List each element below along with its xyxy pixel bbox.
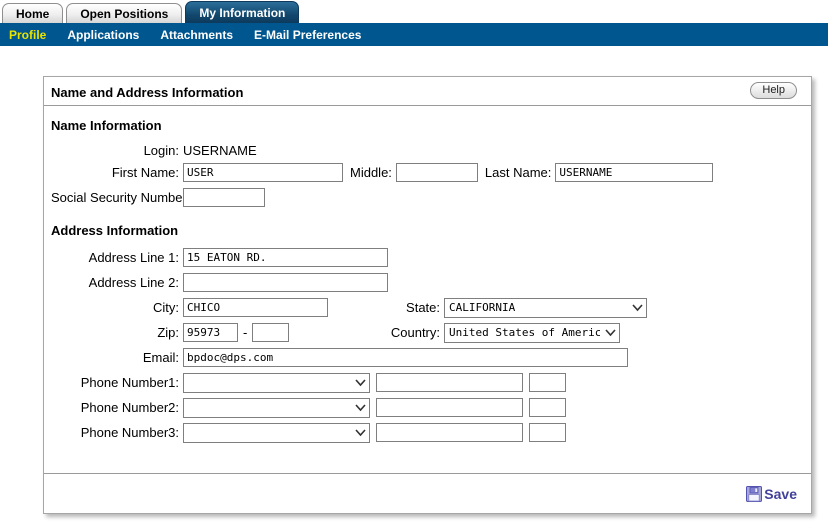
zip-input[interactable] [183, 323, 238, 342]
chevron-down-icon [354, 426, 367, 439]
address-section-heading: Address Information [51, 223, 811, 238]
phone2-ext-input[interactable] [529, 398, 566, 417]
phone3-number-input[interactable] [376, 423, 523, 442]
chevron-down-icon [354, 376, 367, 389]
subnav-item-profile[interactable]: Profile [9, 28, 46, 42]
tab-open-positions[interactable]: Open Positions [66, 3, 182, 23]
city-label: City: [51, 300, 183, 315]
login-value: USERNAME [183, 143, 257, 158]
state-select[interactable]: CALIFORNIA [444, 298, 647, 318]
last-name-input[interactable] [555, 163, 713, 182]
login-label: Login: [51, 143, 183, 158]
country-label: Country: [388, 325, 444, 340]
phone1-number-input[interactable] [376, 373, 523, 392]
phone1-row: Phone Number1: [51, 370, 811, 395]
phone3-type-select[interactable] [183, 423, 370, 443]
email-input[interactable] [183, 348, 628, 367]
phone3-label: Phone Number3: [51, 425, 183, 440]
tab-home-label: Home [16, 7, 49, 21]
help-button[interactable]: Help [750, 82, 797, 99]
chevron-down-icon [604, 326, 617, 339]
ssn-input[interactable] [183, 188, 265, 207]
tab-home[interactable]: Home [2, 3, 63, 23]
country-select[interactable]: United States of America [444, 323, 620, 343]
name-row: First Name: Middle: Last Name: [51, 160, 811, 185]
state-label: State: [388, 300, 444, 315]
phone1-ext-input[interactable] [529, 373, 566, 392]
page: Home Open Positions My Information Profi… [0, 0, 828, 514]
first-name-input[interactable] [183, 163, 343, 182]
email-label: Email: [51, 350, 183, 365]
tab-my-information[interactable]: My Information [185, 1, 299, 23]
phone2-number-input[interactable] [376, 398, 523, 417]
zip-label: Zip: [51, 325, 183, 340]
subnav-item-applications[interactable]: Applications [67, 28, 139, 42]
panel-footer: Save [44, 473, 811, 513]
city-input[interactable] [183, 298, 328, 317]
panel-header: Name and Address Information Help [44, 77, 811, 106]
middle-name-label: Middle: [350, 165, 392, 180]
chevron-down-icon [631, 301, 644, 314]
page-title: Name and Address Information [51, 85, 243, 100]
form-body: Name Information Login: USERNAME First N… [44, 106, 811, 445]
country-select-value: United States of America [449, 326, 600, 339]
phone2-label: Phone Number2: [51, 400, 183, 415]
address-line1-row: Address Line 1: [51, 245, 811, 270]
form-panel: Name and Address Information Help Name I… [43, 76, 812, 514]
address-line1-input[interactable] [183, 248, 388, 267]
chevron-down-icon [354, 401, 367, 414]
phone2-row: Phone Number2: [51, 395, 811, 420]
name-section-heading: Name Information [51, 118, 811, 133]
address-line2-row: Address Line 2: [51, 270, 811, 295]
middle-name-input[interactable] [396, 163, 478, 182]
subnav-item-email-preferences[interactable]: E-Mail Preferences [254, 28, 361, 42]
address-line2-label: Address Line 2: [51, 275, 183, 290]
state-select-value: CALIFORNIA [449, 301, 515, 314]
state-group: State: CALIFORNIA [388, 298, 647, 318]
phone3-row: Phone Number3: [51, 420, 811, 445]
zip-ext-input[interactable] [252, 323, 289, 342]
first-name-label: First Name: [51, 165, 183, 180]
ssn-row: Social Security Number: [51, 185, 811, 210]
save-label: Save [764, 486, 797, 502]
login-row: Login: USERNAME [51, 140, 811, 160]
tab-bar: Home Open Positions My Information [0, 0, 828, 23]
phone2-type-select[interactable] [183, 398, 370, 418]
city-state-row: City: State: CALIFORNIA [51, 295, 811, 320]
tab-my-information-label: My Information [199, 6, 285, 20]
subnav-bar: Profile Applications Attachments E-Mail … [0, 23, 828, 46]
address-line2-input[interactable] [183, 273, 388, 292]
save-button[interactable]: Save [746, 486, 797, 502]
zip-country-row: Zip: - Country: United States of America [51, 320, 811, 345]
phone1-type-select[interactable] [183, 373, 370, 393]
address-line1-label: Address Line 1: [51, 250, 183, 265]
phone3-ext-input[interactable] [529, 423, 566, 442]
phone1-label: Phone Number1: [51, 375, 183, 390]
floppy-disk-icon [746, 486, 762, 502]
country-group: Country: United States of America [388, 323, 620, 343]
ssn-label: Social Security Number: [51, 190, 183, 205]
last-name-label: Last Name: [485, 165, 551, 180]
email-row: Email: [51, 345, 811, 370]
tab-open-positions-label: Open Positions [80, 7, 168, 21]
zip-separator: - [243, 325, 247, 340]
subnav-item-attachments[interactable]: Attachments [160, 28, 233, 42]
